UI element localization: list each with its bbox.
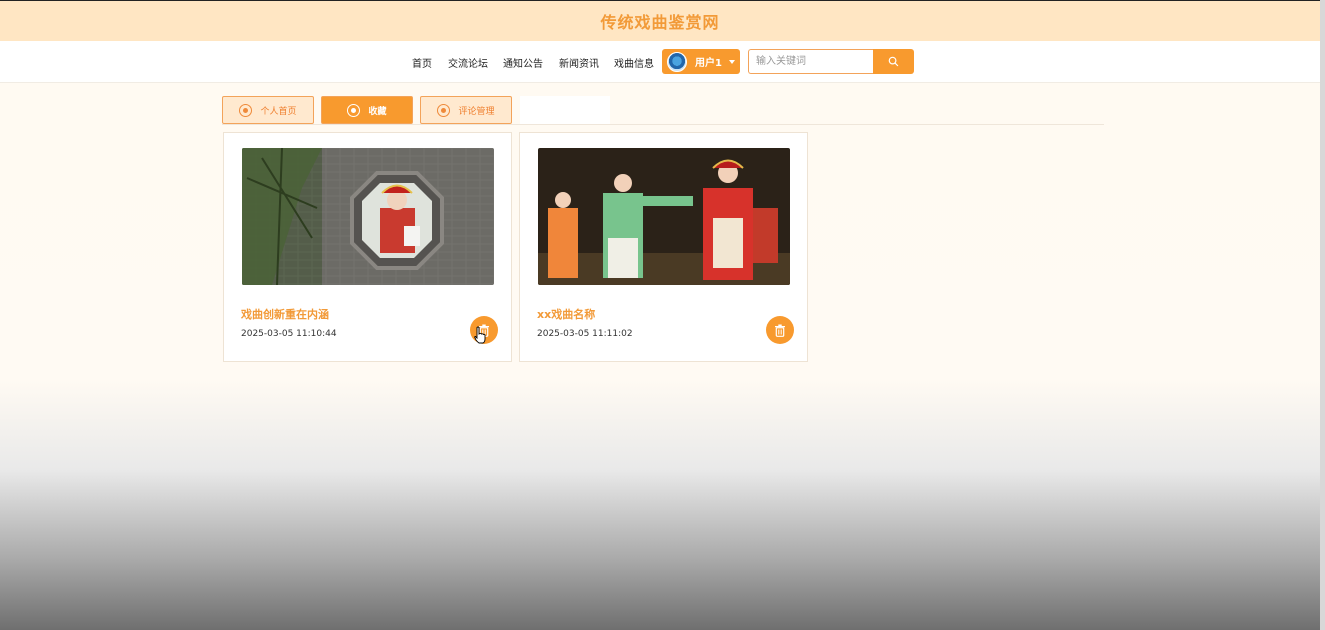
chevron-down-icon: [728, 59, 735, 64]
nav-item-forum[interactable]: 交流论坛: [448, 55, 488, 70]
tabs-divider: [222, 124, 1104, 125]
tab-favorites[interactable]: 收藏: [321, 96, 413, 124]
site-header: 传统戏曲鉴赏网: [0, 0, 1320, 41]
card-title[interactable]: xx戏曲名称: [537, 306, 595, 322]
delete-favorite-button[interactable]: [766, 316, 794, 344]
search-input[interactable]: [748, 49, 873, 74]
search-icon: [888, 56, 899, 67]
tab-comment-management[interactable]: 评论管理: [420, 96, 512, 124]
user-name: 用户1: [695, 58, 722, 69]
favorite-card[interactable]: xx戏曲名称 2025-03-05 11:11:02: [519, 132, 808, 362]
card-date: 2025-03-05 11:11:02: [537, 329, 633, 339]
opera-thumbnail[interactable]: [242, 148, 494, 285]
tab-spacer: [520, 96, 610, 124]
nav-item-opera-info[interactable]: 戏曲信息: [614, 55, 654, 70]
avatar: [667, 51, 687, 72]
circle-icon: [239, 103, 253, 117]
opera-thumbnail[interactable]: [538, 148, 790, 285]
window-scrollbar[interactable]: [1320, 0, 1325, 630]
hand-cursor-icon: [474, 326, 486, 344]
circle-icon: [437, 103, 451, 117]
nav-item-notices[interactable]: 通知公告: [503, 55, 543, 70]
circle-icon: [347, 103, 361, 117]
tab-label: 评论管理: [458, 106, 495, 117]
search-button[interactable]: [873, 49, 914, 74]
main-navbar: 首页 交流论坛 通知公告 新闻资讯 戏曲信息 用户1: [0, 41, 1320, 83]
tab-personal-home[interactable]: 个人首页: [222, 96, 314, 124]
nav-item-news[interactable]: 新闻资讯: [559, 55, 599, 70]
site-title: 传统戏曲鉴赏网: [600, 13, 720, 32]
nav-item-home[interactable]: 首页: [412, 55, 432, 70]
user-menu-button[interactable]: 用户1: [662, 49, 740, 74]
favorite-card[interactable]: 戏曲创新重在内涵 2025-03-05 11:10:44: [223, 132, 512, 362]
card-title[interactable]: 戏曲创新重在内涵: [241, 306, 329, 322]
trash-icon: [775, 324, 785, 337]
tab-label: 个人首页: [260, 106, 297, 117]
tab-label: 收藏: [368, 106, 387, 117]
card-date: 2025-03-05 11:10:44: [241, 329, 337, 339]
